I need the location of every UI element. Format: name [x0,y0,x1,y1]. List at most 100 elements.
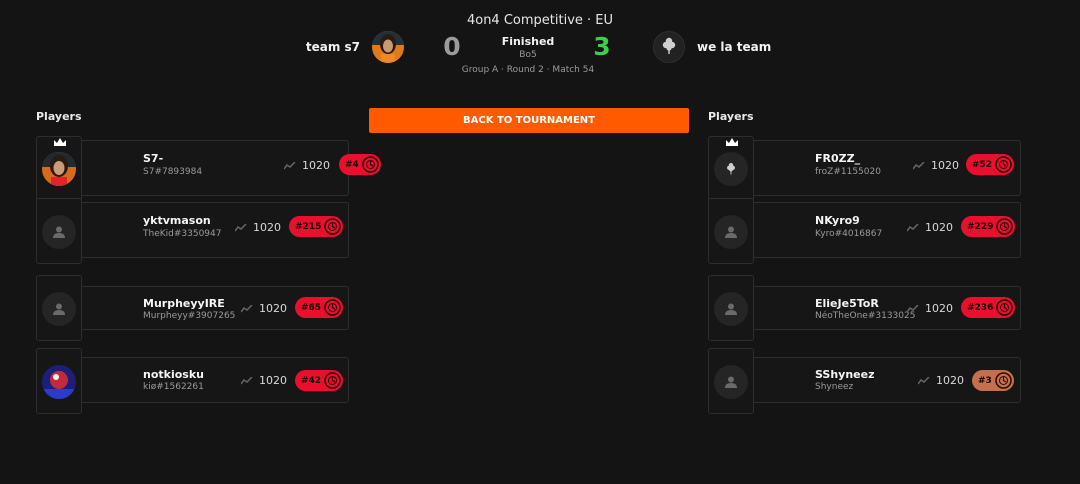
rank-number: #65 [301,302,322,313]
trend-icon [918,376,930,384]
trend-icon [241,304,253,312]
player-info: S7- S7#7893984 1020 #4 [82,140,381,196]
match-title: 4on4 Competitive · EU [466,13,614,28]
avatar[interactable] [714,365,748,399]
player-tag: froZ#1155020 [815,167,881,177]
players-heading-right: Players [708,110,754,123]
rank-badge: #42 [295,370,344,391]
crown-icon [726,138,738,146]
team-left-name[interactable]: team s7 [306,40,360,54]
player-name[interactable]: yktvmason [143,214,211,227]
match-format: Bo5 [519,50,537,60]
default-avatar-icon [53,226,65,238]
player-info: NKyro9 Kyro#4016867 1020 #229 [754,202,1021,258]
elo-value: 1020 [241,302,287,315]
player-card [708,275,754,341]
default-avatar-icon [53,303,65,315]
rank-number: #4 [345,159,359,170]
rank-emblem-icon [324,299,341,316]
avatar[interactable] [714,152,748,186]
player-info: yktvmason TheKid#3350947 1020 #215 [82,202,349,258]
rank-emblem-icon [324,372,341,389]
player-card [36,275,82,341]
players-heading-left: Players [36,110,82,123]
elo-value: 1020 [913,159,959,172]
player-tag: Murpheyy#3907265 [143,311,236,321]
elo-number: 1020 [253,221,281,234]
rank-emblem-icon [362,156,379,173]
avatar[interactable] [42,215,76,249]
player-name[interactable]: notkiosku [143,368,204,381]
player-card [708,348,754,414]
default-avatar-icon [725,376,737,388]
elo-value: 1020 [907,302,953,315]
player-info: SShyneez Shyneez 1020 #3 [754,357,1021,403]
rank-emblem-icon [996,218,1014,235]
player-tag: kiø#1562261 [143,382,204,392]
team-right-avatar[interactable] [653,31,685,63]
player-tag: TheKid#3350947 [143,229,222,239]
default-avatar-icon [725,226,737,238]
player-card [708,198,754,264]
avatar[interactable] [714,215,748,249]
avatar[interactable] [42,152,76,186]
elo-number: 1020 [259,302,287,315]
elo-value: 1020 [907,221,953,234]
player-name[interactable]: NKyro9 [815,214,860,227]
back-to-tournament-button[interactable]: BACK TO TOURNAMENT [369,108,689,133]
player-info: MurpheyyIRE Murpheyy#3907265 1020 #65 [82,286,349,330]
rank-badge: #52 [966,154,1015,175]
rank-badge: #65 [295,297,344,318]
elo-value: 1020 [918,374,964,387]
rank-number: #42 [301,375,322,386]
elo-value: 1020 [241,374,287,387]
rank-badge: #3 [972,370,1014,391]
match-status: Finished [501,35,555,48]
rank-number: #3 [978,375,992,386]
match-meta: Group A · Round 2 · Match 54 [461,65,595,75]
avatar[interactable] [42,292,76,326]
team-right-score: 3 [593,32,611,61]
player-tag: NéoTheOne#3133025 [815,311,916,321]
elo-number: 1020 [931,159,959,172]
trend-icon [284,161,296,169]
elo-number: 1020 [259,374,287,387]
team-left-score: 0 [443,32,461,61]
player-info: ElieJe5ToR NéoTheOne#3133025 1020 #236 [754,286,1021,330]
player-card [36,348,82,414]
rank-emblem-icon [324,218,342,235]
rank-number: #52 [972,159,993,170]
rank-number: #215 [295,221,322,232]
elo-value: 1020 [235,221,281,234]
team-right-name[interactable]: we la team [697,40,771,54]
rank-number: #236 [967,302,994,313]
rank-number: #229 [967,221,994,232]
player-tag: Kyro#4016867 [815,229,883,239]
crown-icon [54,138,66,146]
trend-icon [241,376,253,384]
rank-emblem-icon [995,372,1012,389]
trend-icon [907,223,919,231]
rank-badge: #4 [339,154,381,175]
default-avatar-icon [725,303,737,315]
elo-value: 1020 [284,159,330,172]
player-card [36,136,82,202]
rank-badge: #215 [289,216,344,237]
rank-emblem-icon [995,156,1012,173]
player-name[interactable]: SShyneez [815,368,875,381]
player-card [708,136,754,202]
trend-icon [913,161,925,169]
player-info: notkiosku kiø#1562261 1020 #42 [82,357,349,403]
rank-badge: #229 [961,216,1016,237]
trend-icon [907,304,919,312]
player-name[interactable]: FR0ZZ_ [815,152,860,165]
player-name[interactable]: S7- [143,152,163,165]
player-name[interactable]: ElieJe5ToR [815,297,879,310]
player-name[interactable]: MurpheyyIRE [143,297,225,310]
team-left-avatar[interactable] [372,31,404,63]
avatar[interactable] [42,365,76,399]
player-tag: Shyneez [815,382,854,392]
elo-number: 1020 [302,159,330,172]
avatar[interactable] [714,292,748,326]
clover-logo-icon [727,162,735,175]
